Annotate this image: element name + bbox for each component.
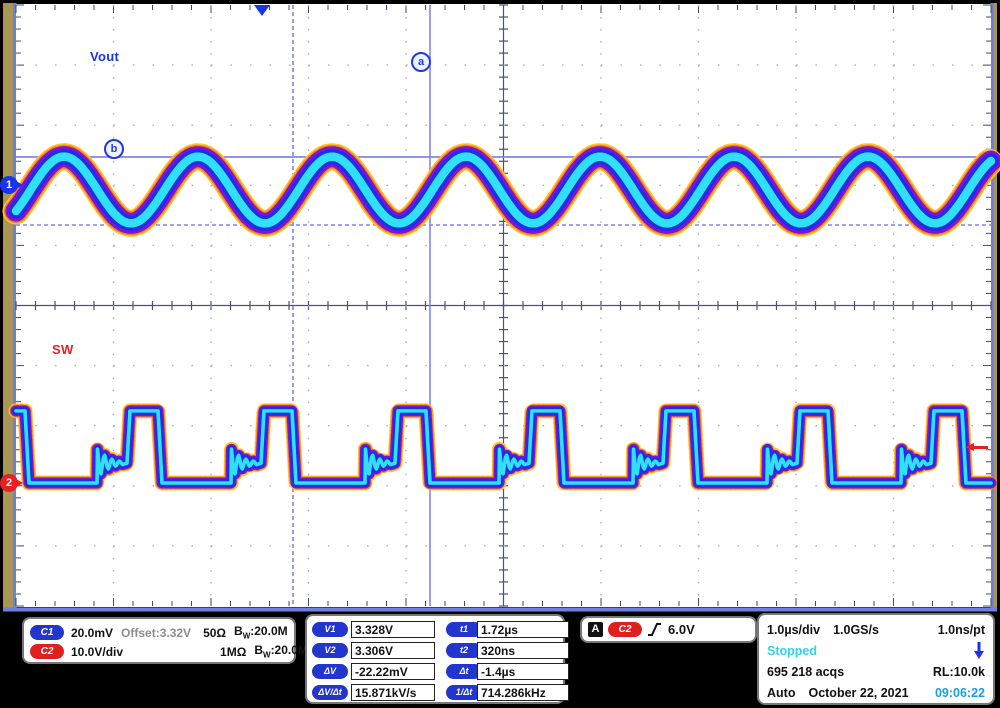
oscilloscope-screen: Vout SW a b 1 2 C1 20.0mV Offset:3.32V 5… (0, 0, 1000, 708)
ch2-badge[interactable]: C2 (30, 644, 64, 659)
sample-rate: 1.0GS/s (833, 623, 879, 637)
horizontal-acquisition-box[interactable]: 1.0µs/div 1.0GS/s 1.0ns/pt Stopped 695 2… (757, 613, 995, 705)
cursor-readout-box[interactable]: V1 3.328V t1 1.72µs V2 3.306V t2 320ns Δ… (305, 614, 565, 704)
record-length: RL:10.0k (933, 665, 985, 679)
left-tan-bar (3, 3, 13, 609)
trigger-position-icon[interactable] (254, 5, 270, 16)
channel-settings-box[interactable]: C1 20.0mV Offset:3.32V 50Ω BW:20.0M C2 1… (22, 617, 296, 664)
ch1-offset: Offset:3.32V (121, 626, 191, 640)
t2-value: 320ns (477, 642, 569, 659)
ch1-badge[interactable]: C1 (30, 625, 64, 640)
ch1-bandwidth: BW:20.0M (234, 624, 288, 640)
trigger-level-value: 6.0V (668, 622, 695, 637)
trigger-source-badge: C2 (608, 622, 642, 637)
ch2-bandwidth: BW:20.0M (254, 643, 308, 659)
v1-badge: V1 (312, 622, 348, 637)
dvdt-value: 15.871kV/s (351, 684, 435, 701)
cursor-b-badge[interactable]: b (104, 139, 124, 159)
ch2-trace-label: SW (52, 342, 74, 357)
dv-value: -22.22mV (351, 663, 435, 680)
sample-resolution: 1.0ns/pt (938, 623, 985, 637)
ch1-scale: 20.0mV (71, 626, 113, 640)
trigger-level-arrowtail (974, 446, 988, 449)
ch1-trace-label: Vout (90, 49, 119, 64)
inv-dt-value: 714.286kHz (477, 684, 569, 701)
trigger-level-icon[interactable] (965, 443, 989, 452)
ch2-ground-marker[interactable]: 2 (0, 474, 18, 492)
acq-count: 695 218 acqs (767, 665, 844, 679)
trigger-mode-a-badge: A (588, 622, 603, 637)
t1-value: 1.72µs (477, 621, 569, 638)
acq-state: Stopped (767, 644, 817, 658)
ch1-ground-marker[interactable]: 1 (0, 176, 18, 194)
cursor-a-badge[interactable]: a (411, 52, 431, 72)
status-bar: C1 20.0mV Offset:3.32V 50Ω BW:20.0M C2 1… (0, 612, 1000, 708)
dt-value: -1.4µs (477, 663, 569, 680)
time-text: 09:06:22 (935, 686, 985, 700)
date-text: October 22, 2021 (808, 686, 908, 700)
v2-value: 3.306V (351, 642, 435, 659)
ch2-settings-row[interactable]: C2 10.0V/div 1MΩ BW:20.0M (30, 642, 288, 661)
dv-badge: ΔV (312, 664, 348, 679)
trigger-level-arrowhead (965, 443, 974, 451)
ch1-settings-row[interactable]: C1 20.0mV Offset:3.32V 50Ω BW:20.0M (30, 623, 288, 642)
frame-bottom-line (3, 608, 997, 612)
v2-badge: V2 (312, 643, 348, 658)
trigger-indicator-arrow-icon (973, 641, 985, 660)
dvdt-badge: ΔV/Δt (312, 685, 348, 700)
ch1-impedance: 50Ω (203, 626, 226, 640)
graticule-canvas (0, 0, 1000, 612)
trigger-settings-box[interactable]: A C2 6.0V (580, 616, 757, 643)
rising-edge-icon (647, 621, 662, 638)
ch2-impedance: 1MΩ (220, 645, 246, 659)
trigger-mode: Auto (767, 686, 795, 700)
v1-value: 3.328V (351, 621, 435, 638)
horizontal-scale: 1.0µs/div (767, 623, 820, 637)
ch2-scale: 10.0V/div (71, 645, 123, 659)
